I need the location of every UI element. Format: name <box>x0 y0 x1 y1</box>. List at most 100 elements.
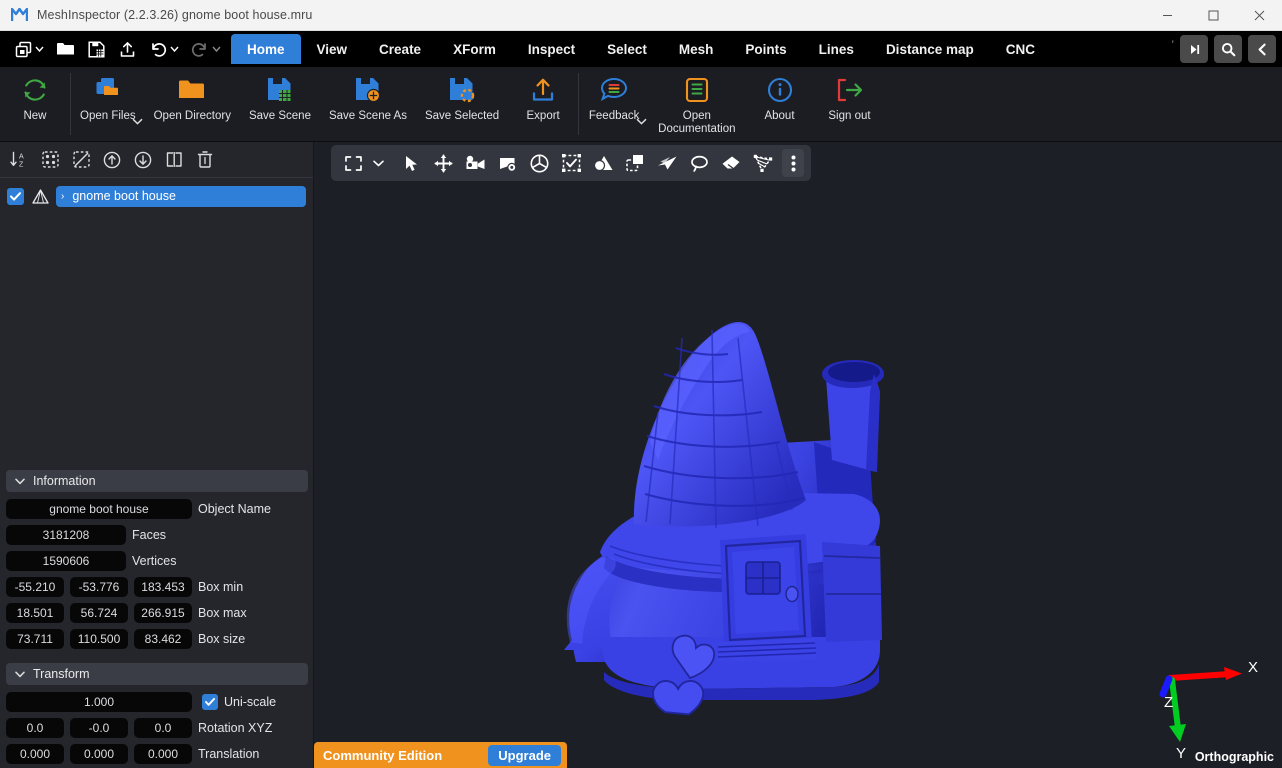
rotation-x-input[interactable]: 0.0 <box>6 718 64 738</box>
viewport-3d[interactable]: X Y Z Orthographic <box>314 142 1282 768</box>
tab-select[interactable]: Select <box>591 34 663 64</box>
tree-item-label: gnome boot house <box>72 189 176 203</box>
fit-screen-icon[interactable] <box>338 149 368 177</box>
quick-export-button[interactable] <box>112 35 142 63</box>
deselect-icon[interactable] <box>71 150 91 170</box>
tab-xform[interactable]: XForm <box>437 34 512 64</box>
maximize-button[interactable] <box>1190 0 1236 31</box>
search-icon[interactable] <box>1214 35 1242 63</box>
translation-z-input[interactable]: 0.000 <box>134 744 192 764</box>
chevron-down-icon[interactable] <box>169 39 180 59</box>
projection-mode-label[interactable]: Orthographic <box>1195 750 1274 764</box>
box-min-label: Box min <box>198 580 244 594</box>
eraser-icon[interactable] <box>716 149 746 177</box>
faces-value: 3181208 <box>6 525 126 545</box>
save-scene-button[interactable]: Save Scene <box>240 67 320 139</box>
marquee-check-icon[interactable] <box>556 149 586 177</box>
arrow-up-circle-icon[interactable] <box>102 150 122 170</box>
open-files-label: Open Files <box>80 110 136 122</box>
chevron-down-icon[interactable] <box>34 39 45 59</box>
tab-distance-map[interactable]: Distance map <box>870 34 990 64</box>
polygon-select-icon[interactable] <box>748 149 778 177</box>
clipping-plane-icon[interactable] <box>620 149 650 177</box>
save-selected-button[interactable]: Save Selected <box>416 67 508 139</box>
arrow-down-circle-icon[interactable] <box>133 150 153 170</box>
scene-toolbar: A Z <box>0 142 313 178</box>
chevron-down-icon[interactable] <box>211 39 222 59</box>
lasso-icon[interactable] <box>684 149 714 177</box>
box-size-y: 110.500 <box>70 629 128 649</box>
community-edition-banner: Community Edition Upgrade <box>314 742 567 768</box>
select-all-icon[interactable] <box>40 150 60 170</box>
expander-icon[interactable]: › <box>61 191 64 202</box>
uni-scale-checkbox[interactable] <box>202 694 218 710</box>
rotate-sphere-icon[interactable] <box>524 149 554 177</box>
camera-icon[interactable] <box>460 149 490 177</box>
feedback-bubble-icon <box>600 73 628 107</box>
clone-icon[interactable] <box>164 150 184 170</box>
trash-icon[interactable] <box>195 150 215 170</box>
scale-row: 1.000 Uni-scale <box>6 692 308 712</box>
translation-x-input[interactable]: 0.000 <box>6 744 64 764</box>
tab-cnc[interactable]: CNC <box>990 34 1051 64</box>
open-files-button[interactable]: Open Files <box>71 67 145 139</box>
quick-open-file-button[interactable] <box>50 35 80 63</box>
scale-input[interactable]: 1.000 <box>6 692 192 712</box>
tab-mesh[interactable]: Mesh <box>663 34 730 64</box>
rotation-z-input[interactable]: 0.0 <box>134 718 192 738</box>
save-scene-as-button[interactable]: Save Scene As <box>320 67 416 139</box>
new-button[interactable]: New <box>0 67 70 139</box>
tab-points[interactable]: Points <box>729 34 802 64</box>
chevron-down-icon[interactable] <box>132 118 143 125</box>
object-shading-icon[interactable] <box>588 149 618 177</box>
chevron-down-icon[interactable] <box>636 118 647 125</box>
chevron-down-icon[interactable] <box>370 149 386 177</box>
undo-arrow-icon <box>147 39 169 59</box>
rotation-y-input[interactable]: -0.0 <box>70 718 128 738</box>
translation-y-input[interactable]: 0.000 <box>70 744 128 764</box>
axis-gizmo[interactable]: X Y Z <box>1138 650 1274 762</box>
open-directory-button[interactable]: Open Directory <box>145 67 240 139</box>
ribbon-group-file: Open Files Open Directory Save Scene Sav… <box>71 67 578 142</box>
transform-body: 1.000 Uni-scale 0.0 -0.0 0.0 Rotation XY… <box>6 685 308 764</box>
feedback-button[interactable]: Feedback <box>579 67 649 139</box>
quick-new-scene-button[interactable] <box>8 35 49 63</box>
tree-item-row[interactable]: › gnome boot house <box>56 185 306 207</box>
minimize-button[interactable] <box>1144 0 1190 31</box>
visibility-checkbox[interactable] <box>7 187 24 205</box>
box-max-row: 18.501 56.724 266.915 Box max <box>6 603 308 623</box>
tab-view[interactable]: View <box>301 34 364 64</box>
tree-item-gnome-boot-house[interactable]: › gnome boot house <box>7 185 306 207</box>
about-button[interactable]: About <box>745 67 815 139</box>
quick-undo-button[interactable] <box>143 35 184 63</box>
sort-alpha-icon[interactable]: A Z <box>9 150 29 170</box>
ribbon-toolbar: New Open Files Open Directory Save Scene… <box>0 67 1282 142</box>
box-size-label: Box size <box>198 632 246 646</box>
chevron-left-icon[interactable] <box>1248 35 1276 63</box>
cursor-arrow-icon[interactable] <box>396 149 426 177</box>
viewport-toolbar <box>331 145 811 181</box>
information-section-header[interactable]: Information <box>6 470 308 492</box>
quick-redo-button[interactable] <box>185 35 226 63</box>
vertices-value: 1590606 <box>6 551 126 571</box>
quick-save-button[interactable] <box>81 35 111 63</box>
box-size-row: 73.711 110.500 83.462 Box size <box>6 629 308 649</box>
close-button[interactable] <box>1236 0 1282 31</box>
export-button[interactable]: Export <box>508 67 578 139</box>
transform-title: Transform <box>33 667 90 681</box>
scene-gear-icon[interactable] <box>492 149 522 177</box>
open-documentation-button[interactable]: Open Documentation <box>649 67 744 139</box>
sign-out-button[interactable]: Sign out <box>815 67 885 139</box>
tab-home[interactable]: Home <box>231 34 301 64</box>
tab-lines[interactable]: Lines <box>803 34 870 64</box>
transform-section-header[interactable]: Transform <box>6 663 308 685</box>
tab-create[interactable]: Create <box>363 34 437 64</box>
scroll-tabs-right-icon[interactable] <box>1180 35 1208 63</box>
move-cross-icon[interactable] <box>428 149 458 177</box>
object-name-input[interactable]: gnome boot house <box>6 499 192 519</box>
kebab-menu-icon[interactable] <box>782 149 804 177</box>
paper-plane-icon[interactable] <box>652 149 682 177</box>
faces-label: Faces <box>132 528 167 542</box>
upgrade-button[interactable]: Upgrade <box>488 744 561 766</box>
tab-inspect[interactable]: Inspect <box>512 34 591 64</box>
